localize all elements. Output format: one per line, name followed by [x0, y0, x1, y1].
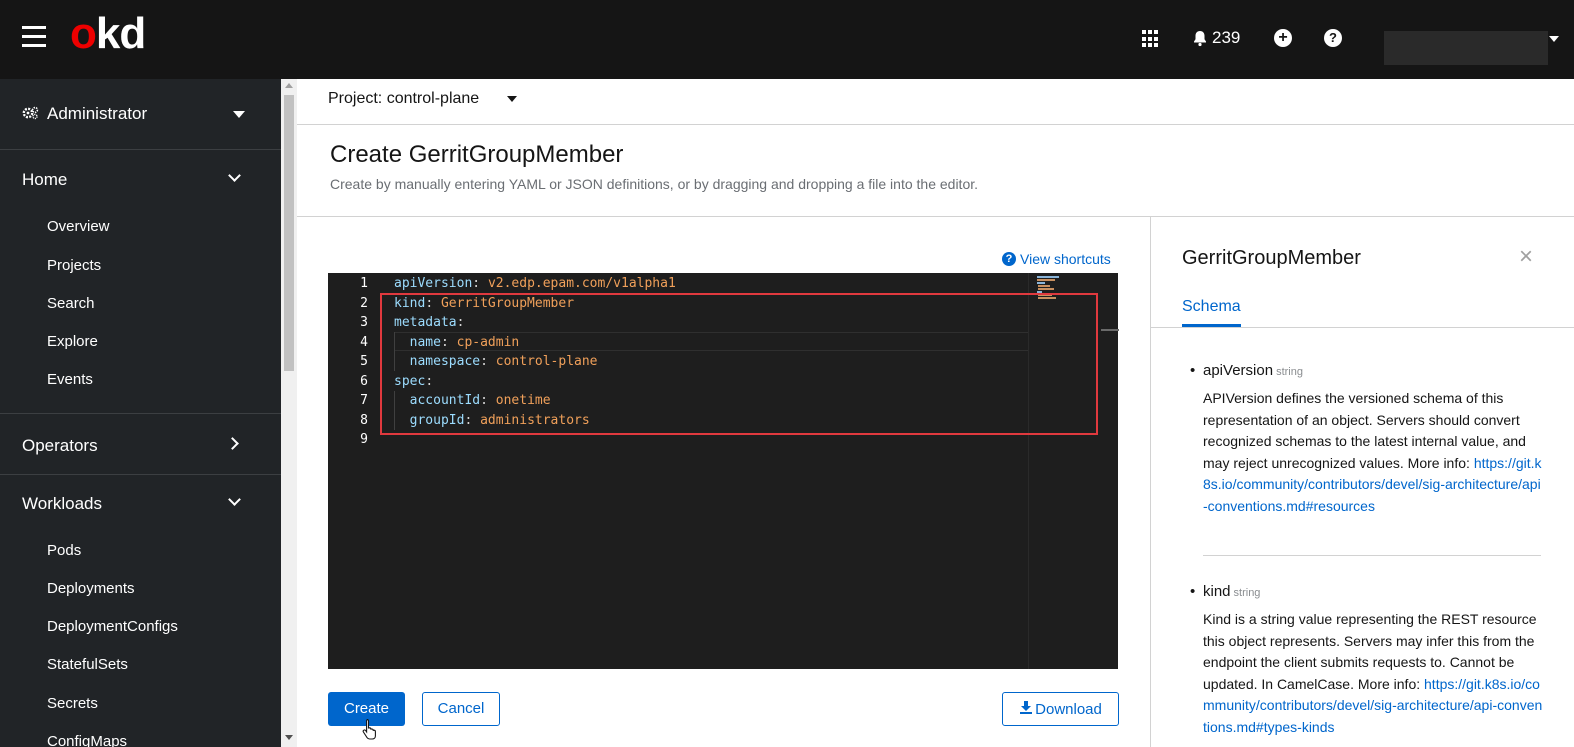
user-menu[interactable] — [1384, 31, 1548, 65]
nav-divider — [0, 474, 281, 475]
masthead: okd 239 + ? — [0, 0, 1574, 79]
line-number: 1 — [360, 276, 368, 291]
question-circle-icon: ? — [1002, 252, 1016, 266]
side-panel-title: GerritGroupMember — [1182, 247, 1361, 269]
nav-section-home[interactable]: Home — [22, 170, 67, 190]
line-number: 8 — [360, 412, 368, 428]
annotation-highlight-box — [380, 293, 1098, 435]
view-shortcuts-label: View shortcuts — [1020, 251, 1111, 267]
bullet-icon: • — [1190, 583, 1196, 600]
caret-down-icon[interactable] — [507, 96, 517, 102]
nav-item-secrets[interactable]: Secrets — [47, 695, 98, 712]
nav-section-workloads[interactable]: Workloads — [22, 494, 102, 514]
line-number: 6 — [360, 373, 368, 389]
mouse-cursor-icon — [362, 718, 378, 745]
bell-icon — [1194, 30, 1206, 46]
schema-property: • kind string Kind is a string value repr… — [1183, 583, 1543, 738]
caret-down-icon — [233, 111, 245, 118]
tab-schema[interactable]: Schema — [1182, 298, 1241, 327]
yaml-key: apiVersion — [394, 276, 473, 291]
okd-logo[interactable]: okd — [70, 8, 146, 60]
yaml-value: v2.edp.epam.com/v1alpha1 — [487, 276, 676, 291]
nav-item-overview[interactable]: Overview — [47, 218, 110, 235]
property-name: kind — [1203, 583, 1231, 600]
line-number: 3 — [360, 315, 368, 330]
scroll-down-icon[interactable] — [285, 735, 293, 740]
nav-section-operators[interactable]: Operators — [22, 436, 98, 456]
line-number: 9 — [360, 432, 368, 447]
download-button[interactable]: Download — [1002, 692, 1119, 726]
chevron-down-icon[interactable] — [228, 169, 241, 182]
side-panel-tabs: Schema — [1151, 296, 1574, 328]
perspective-label: Administrator — [47, 104, 148, 123]
code-line: apiVersion: v2.edp.epam.com/v1alpha1 — [394, 276, 676, 291]
property-description: APIVersion defines the versioned schema … — [1203, 388, 1543, 517]
app-launcher-icon[interactable] — [1142, 30, 1160, 48]
quick-create-icon[interactable]: + — [1274, 29, 1292, 47]
perspective-switcher[interactable]: Administrator — [0, 79, 281, 150]
property-name: apiVersion — [1203, 362, 1274, 379]
scroll-up-icon[interactable] — [285, 83, 293, 88]
nav-item-explore[interactable]: Explore — [47, 333, 98, 350]
property-type: string — [1233, 587, 1261, 599]
help-icon[interactable]: ? — [1324, 29, 1342, 47]
bullet-icon: • — [1190, 362, 1196, 379]
scrollbar-thumb[interactable] — [284, 95, 294, 371]
page-title: Create GerritGroupMember — [330, 141, 624, 168]
nav-item-deploymentconfigs[interactable]: DeploymentConfigs — [47, 618, 178, 635]
cancel-button[interactable]: Cancel — [422, 692, 500, 726]
line-number: 7 — [360, 393, 368, 408]
notification-count: 239 — [1212, 28, 1241, 47]
notifications-button[interactable]: 239 — [1192, 28, 1240, 48]
property-type: string — [1276, 366, 1303, 378]
nav-item-statefulsets[interactable]: StatefulSets — [47, 656, 128, 673]
schema-side-panel: GerritGroupMember × Schema • apiVersion s… — [1150, 217, 1574, 747]
property-divider — [1203, 555, 1541, 556]
download-icon — [1019, 693, 1033, 725]
close-icon[interactable]: × — [1519, 245, 1533, 269]
nav-item-projects[interactable]: Projects — [47, 257, 101, 274]
nav-item-deployments[interactable]: Deployments — [47, 580, 135, 597]
hamburger-menu-icon[interactable] — [22, 26, 46, 48]
user-menu-caret-icon[interactable] — [1549, 36, 1559, 42]
sidebar-nav: Administrator Home Overview Projects Sea… — [0, 79, 281, 747]
property-description: Kind is a string value representing the … — [1203, 609, 1543, 738]
download-label: Download — [1035, 701, 1102, 718]
line-number: 4 — [360, 334, 368, 350]
line-number: 5 — [360, 354, 368, 369]
chevron-down-icon[interactable] — [228, 493, 241, 506]
line-number: 2 — [360, 295, 368, 311]
chevron-right-icon[interactable] — [226, 437, 239, 450]
nav-item-events[interactable]: Events — [47, 371, 93, 388]
project-bar: Project: control-plane — [297, 79, 1574, 125]
nav-item-search[interactable]: Search — [47, 295, 95, 312]
project-selector[interactable]: Project: control-plane — [328, 90, 479, 108]
schema-property: • apiVersion string APIVersion defines th… — [1183, 362, 1543, 517]
nav-divider — [0, 413, 281, 414]
cogs-icon — [22, 106, 39, 124]
nav-item-pods[interactable]: Pods — [47, 542, 81, 559]
page-description: Create by manually entering YAML or JSON… — [330, 176, 979, 192]
view-shortcuts-link[interactable]: ? View shortcuts — [1002, 251, 1111, 267]
nav-item-configmaps[interactable]: ConfigMaps — [47, 733, 127, 747]
